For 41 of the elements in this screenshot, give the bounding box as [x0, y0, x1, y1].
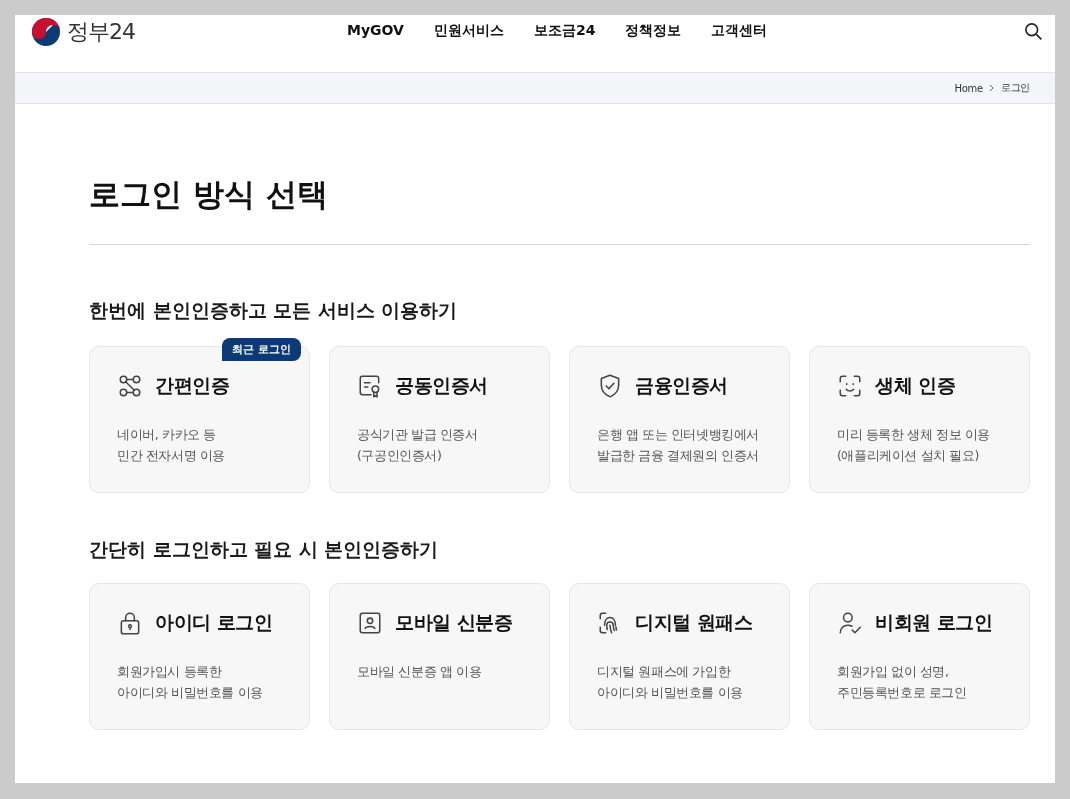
card-title: 아이디 로그인 [155, 610, 273, 635]
login-option-card[interactable]: 공동인증서 공식기관 발급 인증서 (구공인인증서) [329, 346, 550, 493]
search-icon[interactable] [1023, 21, 1043, 41]
login-option-card[interactable]: 비회원 로그인 회원가입 없이 성명, 주민등록번호로 로그인 [809, 583, 1030, 730]
id-card-icon [357, 610, 383, 636]
section-heading: 간단히 로그인하고 필요 시 본인인증하기 [89, 537, 440, 562]
card-description: 네이버, 카카오 등 민간 전자서명 이용 [117, 426, 226, 465]
recent-login-badge: 최근 로그인 [222, 338, 301, 361]
user-check-icon [837, 610, 863, 636]
breadcrumb-link[interactable]: 로그인 [1000, 81, 1030, 95]
section-heading: 한번에 본인인증하고 모든 서비스 이용하기 [89, 298, 459, 323]
page-title: 로그인 방식 선택 [89, 175, 329, 214]
card-description: 은행 앱 또는 인터넷뱅킹에서 발급한 금융 결제원의 인증서 [597, 426, 760, 465]
breadcrumb-link[interactable]: Home [954, 82, 983, 94]
nav-link[interactable]: 고객센터 [711, 22, 768, 40]
login-option-card[interactable]: 생체 인증 미리 등록한 생체 정보 이용 (애플리케이션 설치 필요) [809, 346, 1030, 493]
card-description: 공식기관 발급 인증서 (구공인인증서) [357, 426, 479, 465]
nav-link[interactable]: 보조금24 [533, 22, 596, 40]
nav-link[interactable]: MyGOV [347, 22, 404, 40]
card-title: 생체 인증 [875, 373, 956, 398]
face-scan-icon [837, 373, 863, 399]
nodes-icon [117, 373, 143, 399]
login-option-card[interactable]: 디지털 원패스 디지털 원패스에 가입한 아이디와 비밀번호를 이용 [569, 583, 790, 730]
login-option-card[interactable]: 금융인증서 은행 앱 또는 인터넷뱅킹에서 발급한 금융 결제원의 인증서 [569, 346, 790, 493]
card-description: 디지털 원패스에 가입한 아이디와 비밀번호를 이용 [597, 663, 744, 702]
card-title: 비회원 로그인 [875, 610, 993, 635]
card-description: 모바일 신분증 앱 이용 [357, 663, 483, 681]
chevron-icon [988, 84, 995, 92]
nav-link[interactable]: 정책정보 [625, 22, 682, 40]
login-option-card[interactable]: 모바일 신분증 모바일 신분증 앱 이용 [329, 583, 550, 730]
login-option-card[interactable]: 아이디 로그인 회원가입시 등록한 아이디와 비밀번호를 이용 [89, 583, 310, 730]
card-title: 간편인증 [155, 373, 229, 398]
card-description: 회원가입 없이 성명, 주민등록번호로 로그인 [837, 663, 968, 702]
card-title: 공동인증서 [395, 373, 488, 398]
nav-link[interactable]: 민원서비스 [433, 22, 504, 40]
card-description: 회원가입시 등록한 아이디와 비밀번호를 이용 [117, 663, 264, 702]
logo-text: 정부24 [67, 18, 135, 46]
card-description: 미리 등록한 생체 정보 이용 (애플리케이션 설치 필요) [837, 426, 991, 465]
card-title: 모바일 신분증 [395, 610, 513, 635]
card-title: 디지털 원패스 [635, 610, 753, 635]
card-title: 금융인증서 [635, 373, 728, 398]
